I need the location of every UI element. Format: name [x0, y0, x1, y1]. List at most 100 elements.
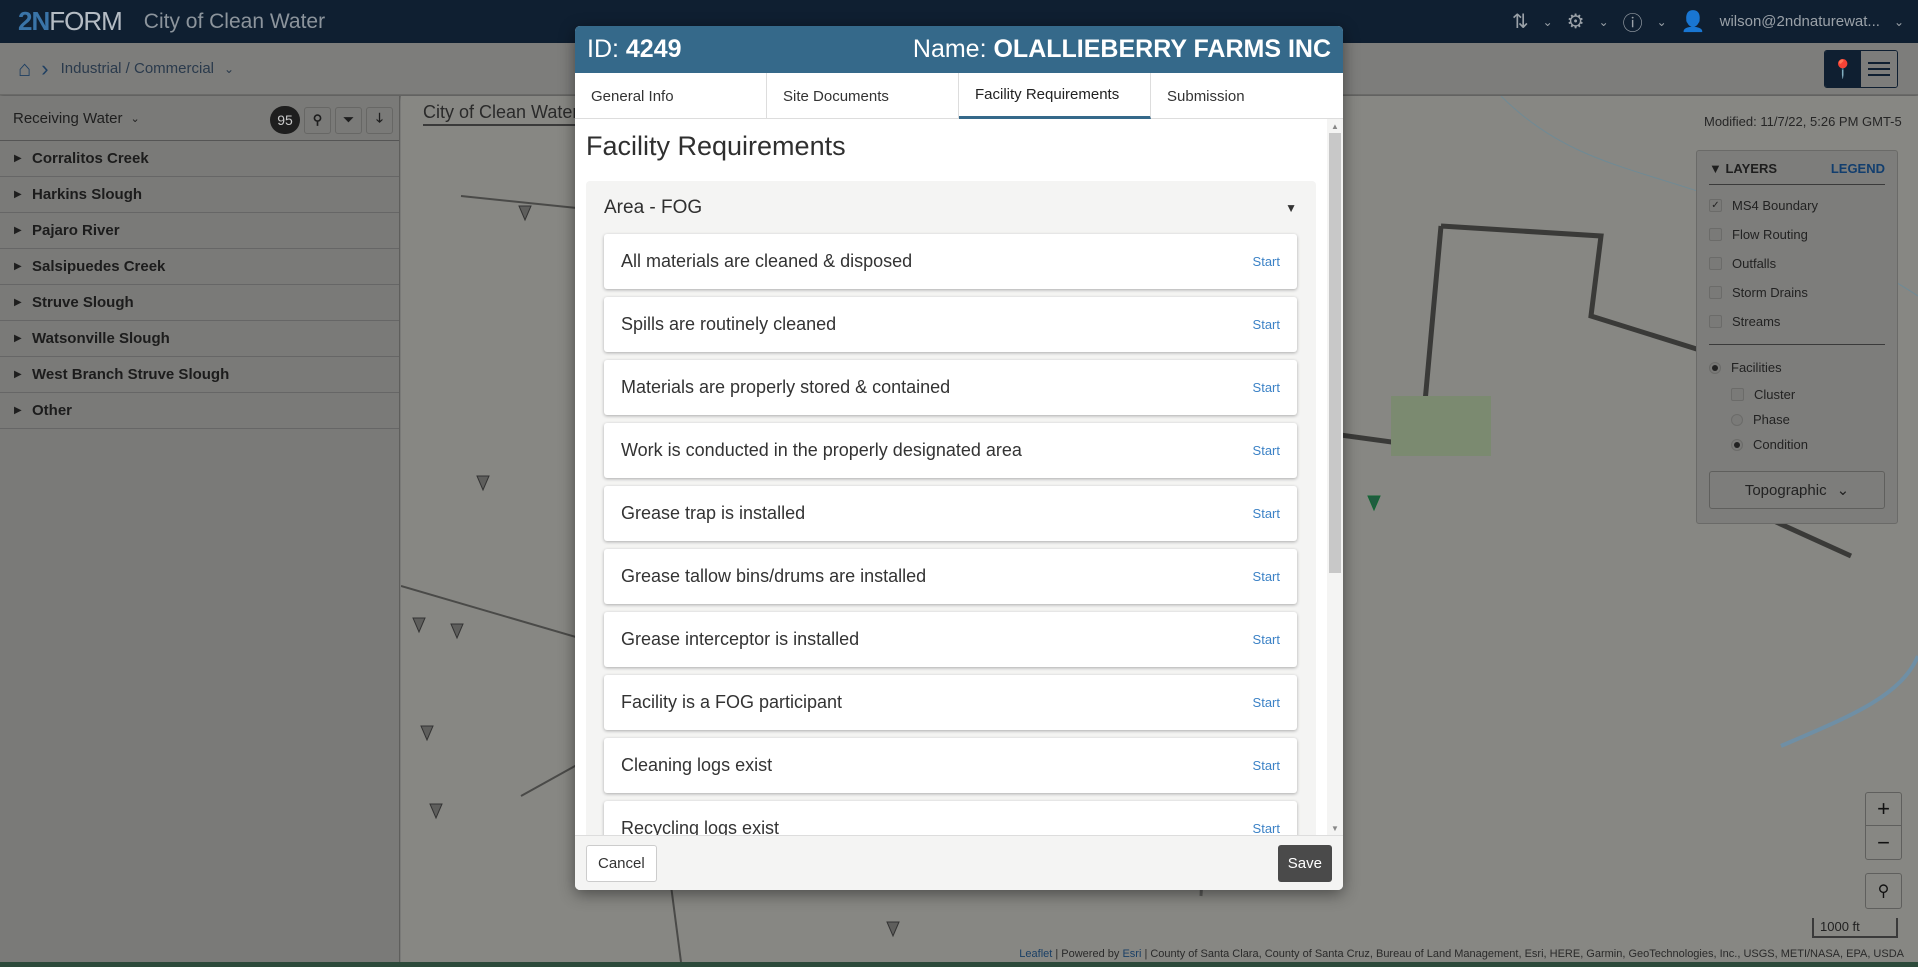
- facility-option[interactable]: Cluster: [1709, 382, 1885, 407]
- start-link[interactable]: Start: [1253, 758, 1280, 773]
- checkbox[interactable]: [1709, 228, 1722, 241]
- chevron-down-icon[interactable]: ⌄: [1543, 15, 1553, 29]
- caret-right-icon[interactable]: ▶: [14, 369, 32, 380]
- start-link[interactable]: Start: [1253, 254, 1280, 269]
- tab-general-info[interactable]: General Info: [575, 73, 767, 119]
- layer-toggle[interactable]: Streams: [1709, 307, 1885, 336]
- checkbox[interactable]: [1709, 257, 1722, 270]
- checkbox[interactable]: ✓: [1709, 199, 1722, 212]
- legend-link[interactable]: LEGEND: [1831, 161, 1885, 176]
- checkbox[interactable]: [1709, 286, 1722, 299]
- caret-right-icon[interactable]: ▶: [14, 153, 32, 164]
- count-badge: 95: [270, 106, 300, 134]
- list-item[interactable]: ▶ Corralitos Creek: [0, 141, 399, 177]
- scroll-up-arrow[interactable]: ▲: [1327, 119, 1343, 133]
- tab-submission[interactable]: Submission: [1151, 73, 1343, 119]
- scrollbar-thumb[interactable]: [1329, 133, 1341, 573]
- start-link[interactable]: Start: [1253, 443, 1280, 458]
- zoom-out-button[interactable]: −: [1866, 826, 1901, 859]
- locate-button[interactable]: ⚲: [1865, 873, 1902, 909]
- tab-facility-requirements[interactable]: Facility Requirements: [959, 73, 1151, 119]
- sort-icon[interactable]: ⇅: [1512, 9, 1529, 34]
- checkbox[interactable]: [1709, 315, 1722, 328]
- start-link[interactable]: Start: [1253, 569, 1280, 584]
- chevron-down-icon[interactable]: ⌄: [1894, 15, 1904, 29]
- start-link[interactable]: Start: [1253, 695, 1280, 710]
- checkbox[interactable]: [1731, 388, 1744, 401]
- start-link[interactable]: Start: [1253, 506, 1280, 521]
- facility-option[interactable]: Condition: [1709, 432, 1885, 457]
- requirement-item[interactable]: All materials are cleaned & disposed Star…: [604, 234, 1297, 289]
- breadcrumb-item[interactable]: Industrial / Commercial: [61, 60, 214, 77]
- caret-right-icon[interactable]: ▶: [14, 297, 32, 308]
- caret-right-icon[interactable]: ▶: [14, 333, 32, 344]
- zoom-in-button[interactable]: +: [1866, 793, 1901, 826]
- facility-name: Name: OLALLIEBERRY FARMS INC: [912, 35, 1331, 63]
- basemap-dropdown[interactable]: Topographic ⌄: [1709, 471, 1885, 509]
- map-attribution: Leaflet | Powered by Esri | County of Sa…: [1019, 948, 1904, 960]
- radio[interactable]: [1731, 438, 1743, 451]
- save-button[interactable]: Save: [1277, 844, 1332, 882]
- list-item[interactable]: ▶ Harkins Slough: [0, 177, 399, 213]
- facilities-radio[interactable]: Facilities: [1709, 353, 1885, 382]
- list-item[interactable]: ▶ Struve Slough: [0, 285, 399, 321]
- map-pin-icon: 📍: [1831, 58, 1855, 79]
- list-item[interactable]: ▶ Other: [0, 393, 399, 429]
- cancel-button[interactable]: Cancel: [586, 844, 657, 882]
- radio[interactable]: [1731, 413, 1743, 426]
- list-item[interactable]: ▶ Salsipuedes Creek: [0, 249, 399, 285]
- requirement-item[interactable]: Work is conducted in the properly design…: [604, 423, 1297, 478]
- caret-right-icon[interactable]: ▶: [14, 405, 32, 416]
- requirement-item[interactable]: Spills are routinely cleaned Start: [604, 297, 1297, 352]
- chevron-down-icon[interactable]: ⌄: [1599, 15, 1609, 29]
- help-icon[interactable]: ⓘ: [1623, 7, 1643, 36]
- facility-option[interactable]: Phase: [1709, 407, 1885, 432]
- requirement-item[interactable]: Cleaning logs exist Start: [604, 738, 1297, 793]
- download-button[interactable]: 🡓: [366, 106, 393, 134]
- chevron-down-icon[interactable]: ⌄: [1657, 15, 1667, 29]
- group-by-dropdown[interactable]: Receiving Water: [13, 110, 122, 127]
- list-item[interactable]: ▶ West Branch Struve Slough: [0, 357, 399, 393]
- requirement-item[interactable]: Grease trap is installed Start: [604, 486, 1297, 541]
- requirement-item[interactable]: Grease tallow bins/drums are installed St…: [604, 549, 1297, 604]
- caret-right-icon[interactable]: ▶: [14, 261, 32, 272]
- filter-button[interactable]: ⏷: [335, 106, 362, 134]
- list-item[interactable]: ▶ Watsonville Slough: [0, 321, 399, 357]
- requirement-item[interactable]: Facility is a FOG participant Start: [604, 675, 1297, 730]
- gear-icon[interactable]: ⚙: [1567, 9, 1585, 34]
- list-item-label: Watsonville Slough: [32, 330, 170, 347]
- scroll-down-arrow[interactable]: ▼: [1327, 821, 1343, 835]
- area-accordion-header[interactable]: Area - FOG ▼: [604, 181, 1297, 234]
- start-link[interactable]: Start: [1253, 821, 1280, 835]
- chevron-down-icon[interactable]: ⌄: [224, 62, 234, 76]
- caret-right-icon[interactable]: ▶: [14, 189, 32, 200]
- layer-toggle[interactable]: Storm Drains: [1709, 278, 1885, 307]
- search-button[interactable]: ⚲: [304, 106, 331, 134]
- layer-toggle[interactable]: Flow Routing: [1709, 220, 1885, 249]
- layers-toggle[interactable]: ▼ LAYERS: [1709, 161, 1777, 176]
- radio-selected[interactable]: [1709, 361, 1721, 374]
- requirement-item[interactable]: Materials are properly stored & containe…: [604, 360, 1297, 415]
- requirement-item[interactable]: Recycling logs exist Start: [604, 801, 1297, 835]
- caret-right-icon[interactable]: ▶: [14, 225, 32, 236]
- list-view-button[interactable]: [1861, 51, 1897, 87]
- chevron-down-icon[interactable]: ⌄: [130, 112, 139, 125]
- esri-link[interactable]: Esri: [1122, 948, 1141, 960]
- start-link[interactable]: Start: [1253, 317, 1280, 332]
- layer-toggle[interactable]: Outfalls: [1709, 249, 1885, 278]
- home-icon[interactable]: ⌂: [18, 56, 31, 82]
- requirement-item[interactable]: Grease interceptor is installed Start: [604, 612, 1297, 667]
- tab-site-documents[interactable]: Site Documents: [767, 73, 959, 119]
- app-logo[interactable]: 2N FORM: [18, 6, 123, 37]
- leaflet-link[interactable]: Leaflet: [1019, 948, 1052, 960]
- start-link[interactable]: Start: [1253, 632, 1280, 647]
- layer-toggle[interactable]: ✓ MS4 Boundary: [1709, 191, 1885, 220]
- modified-timestamp: Modified: 11/7/22, 5:26 PM GMT-5: [1704, 114, 1902, 129]
- list-item-label: Salsipuedes Creek: [32, 258, 166, 275]
- user-menu[interactable]: wilson@2ndnaturewat...: [1720, 13, 1880, 30]
- modal-scrollbar[interactable]: ▲ ▼: [1327, 119, 1343, 835]
- user-icon[interactable]: 👤: [1681, 9, 1706, 34]
- start-link[interactable]: Start: [1253, 380, 1280, 395]
- list-item[interactable]: ▶ Pajaro River: [0, 213, 399, 249]
- map-view-button[interactable]: 📍: [1825, 51, 1861, 87]
